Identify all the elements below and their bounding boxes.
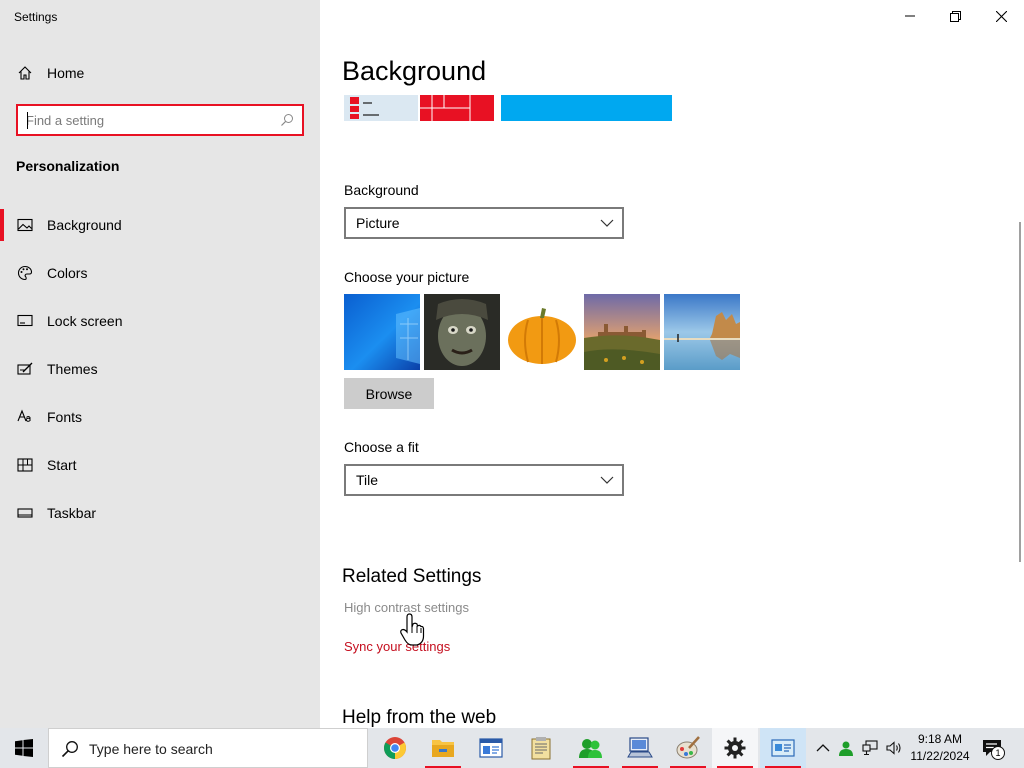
section-heading: Personalization [16,158,120,174]
background-type-dropdown[interactable]: Picture [344,207,624,239]
settings-search-box[interactable] [16,104,304,136]
sidebar-item-lock-screen[interactable]: Lock screen [0,303,320,339]
fit-dropdown[interactable]: Tile [344,464,624,496]
close-icon [995,10,1007,22]
fit-label: Choose a fit [344,439,419,455]
sidebar-item-label: Background [47,217,122,233]
windows-logo-icon [15,739,33,757]
start-button[interactable] [0,728,48,768]
sync-settings-link[interactable]: Sync your settings [344,639,450,654]
sidebar-item-colors[interactable]: Colors [0,255,320,291]
sidebar-item-label: Colors [47,265,88,281]
taskbar-notepad[interactable] [518,728,564,768]
users-icon [579,739,602,758]
taskbar-chrome[interactable] [372,728,418,768]
sidebar-item-label: Taskbar [47,505,97,521]
help-heading: Help from the web [342,707,497,728]
folder-icon [432,740,454,757]
page-title: Background [342,56,487,86]
chevron-down-icon [600,219,614,227]
taskbar-paint[interactable] [665,728,711,768]
app-title: Settings [14,10,58,24]
text-caret [27,112,28,129]
home-nav-item[interactable]: Home [0,58,320,88]
notification-badge: 1 [991,746,1005,760]
sidebar-item-taskbar[interactable]: Taskbar [0,495,320,531]
taskbar-user-app[interactable] [568,728,614,768]
sidebar-item-fonts[interactable]: Fonts [0,399,320,435]
sidebar-item-label: Fonts [47,409,83,425]
lock-screen-icon [17,314,33,327]
browse-button[interactable]: Browse [344,378,434,409]
taskbar-settings[interactable] [712,728,758,768]
taskbar: Type here to search 9:18 AM 11/22/2024 1 [0,728,1024,768]
home-label: Home [47,65,85,81]
chrome-icon [384,737,406,759]
choose-picture-label: Choose your picture [344,269,470,285]
picture-thumbnail-face[interactable] [424,294,500,370]
sidebar-item-label: Lock screen [47,313,123,329]
sidebar-item-start[interactable]: Start [0,447,320,483]
volume-icon[interactable] [886,740,902,756]
app-window-icon [479,738,503,758]
fit-value: Tile [356,472,379,488]
image-icon [17,218,33,232]
taskbar-remote-app[interactable] [617,728,663,768]
picture-thumbnail-castle[interactable] [584,294,660,370]
search-icon[interactable] [280,113,294,127]
minimize-button[interactable] [887,0,933,32]
sidebar-item-label: Themes [47,361,98,377]
brush-icon [17,362,33,375]
clock-time: 9:18 AM [917,732,963,746]
hand-cursor-icon [400,613,425,646]
palette-icon [17,265,33,281]
related-settings-heading: Related Settings [342,566,482,587]
paint-icon [676,736,700,759]
taskbar-control-panel[interactable] [760,728,806,768]
background-preview [344,95,672,121]
network-icon[interactable] [862,740,878,756]
start-icon [17,458,33,472]
settings-search-input[interactable] [26,111,276,129]
chevron-up-icon[interactable] [815,740,831,756]
gear-icon [724,737,746,759]
font-icon [17,409,31,422]
background-label: Background [344,182,419,198]
taskbar-file-explorer[interactable] [420,728,466,768]
taskbar-search-box[interactable]: Type here to search [48,728,368,768]
user-tray-icon[interactable] [838,740,854,756]
taskbar-icon [17,508,33,518]
control-panel-icon [771,739,795,757]
background-type-value: Picture [356,215,400,231]
home-icon [18,66,32,80]
clock-date: 11/22/2024 [910,749,970,763]
sidebar-item-background[interactable]: Background [0,207,320,243]
sidebar: Settings Home Personalization Background… [0,0,320,728]
search-icon [61,741,78,758]
action-center-button[interactable]: 1 [982,737,1008,761]
sidebar-item-themes[interactable]: Themes [0,351,320,387]
picture-thumbnail-beach[interactable] [664,294,740,370]
scrollbar-thumb[interactable] [1019,222,1021,562]
taskbar-clock[interactable]: 9:18 AM 11/22/2024 [904,731,976,765]
restore-icon [949,10,961,22]
picture-thumbnail-pumpkin[interactable] [504,294,580,370]
selection-indicator [0,209,4,241]
restore-button[interactable] [932,0,978,32]
taskbar-search-placeholder: Type here to search [89,741,213,757]
minimize-icon [905,15,915,17]
close-button[interactable] [978,0,1024,32]
taskbar-app-window[interactable] [468,728,514,768]
computer-icon [627,737,653,758]
notepad-icon [531,737,551,760]
chevron-down-icon [600,476,614,484]
picture-thumbnail-windows[interactable] [344,294,420,370]
sidebar-item-label: Start [47,457,77,473]
